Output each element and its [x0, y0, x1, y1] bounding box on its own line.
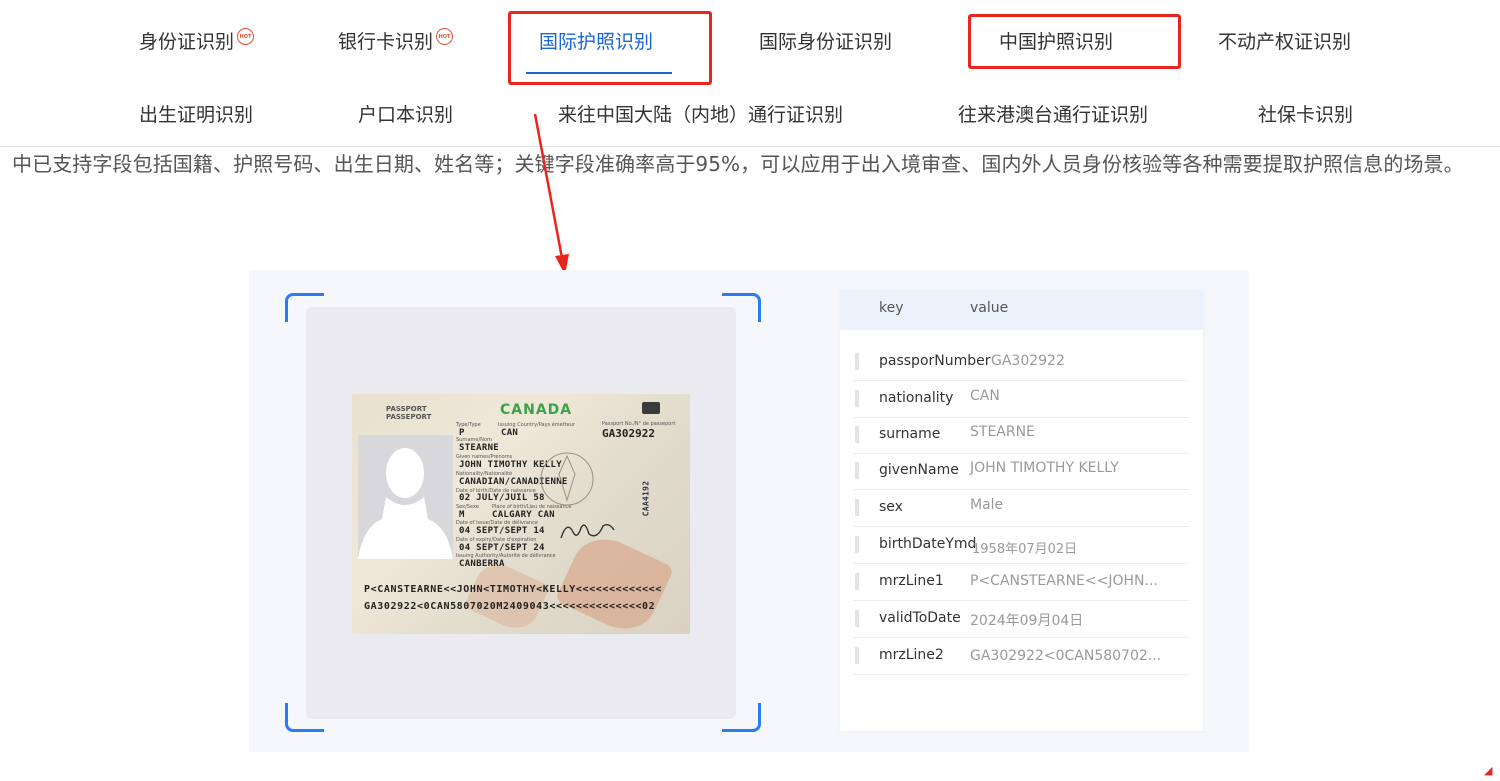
row-value: STEARNE [970, 424, 1035, 440]
row-key: passporNumber [879, 353, 991, 369]
sex-value: M [459, 510, 465, 520]
highlight-box-international-passport [508, 11, 712, 85]
header-value: value [970, 300, 1009, 316]
side-number: CAA4192 [641, 480, 651, 517]
tab-label: 不动产权证识别 [1218, 31, 1352, 53]
row-marker [855, 426, 859, 443]
tab-hk-macao-taiwan-permit[interactable]: 往来港澳台通行证识别 [958, 100, 1148, 127]
mrz-line-1: P<CANSTEARNE<<JOHN<TIMOTHY<KELLY<<<<<<<<… [364, 584, 662, 595]
row-marker [855, 573, 859, 590]
row-value: GA302922 [991, 353, 1065, 369]
coat-of-arms-icon [540, 452, 594, 506]
tab-label: 身份证识别 [139, 31, 235, 53]
tab-label: 户口本识别 [358, 104, 454, 126]
tab-label: 出生证明识别 [139, 104, 254, 126]
hot-icon: HOT [436, 28, 454, 45]
row-marker [855, 499, 859, 516]
chip-icon [642, 402, 660, 414]
passport-number: GA302922 [602, 427, 655, 440]
row-key: birthDateYmd [879, 536, 977, 552]
passport-country: CANADA [500, 402, 573, 418]
divider [0, 146, 1500, 147]
row-value: Male [970, 497, 1004, 513]
row-marker [855, 647, 859, 664]
table-row: sex Male [853, 490, 1189, 527]
scan-corner-icon [722, 293, 761, 322]
scan-corner-icon [285, 293, 324, 322]
tab-id-card[interactable]: 身份证识别 HOT [139, 27, 255, 54]
tab-mainland-permit[interactable]: 来往中国大陆（内地）通行证识别 [558, 100, 843, 127]
tab-label: 国际身份证识别 [759, 31, 893, 53]
signature-image [560, 523, 615, 539]
tab-birth-certificate[interactable]: 出生证明识别 [139, 100, 253, 127]
tab-label: 来往中国大陆（内地）通行证识别 [558, 104, 844, 126]
passport-sample-image: PASSPORT PASSEPORT CANADA Type/Type P Iss… [352, 394, 690, 634]
row-value: GA302922<0CAN580702... [970, 648, 1162, 664]
tab-international-id-card[interactable]: 国际身份证识别 [759, 27, 892, 54]
row-value: 2024年09月04日 [970, 613, 1084, 629]
expiry-value: 04 SEPT/SEPT 24 [459, 543, 545, 553]
row-marker [855, 610, 859, 627]
table-row: birthDateYmd 1958年07月02日 [853, 527, 1189, 564]
passport-photo [358, 435, 453, 559]
row-marker [855, 462, 859, 479]
tab-label: 社保卡识别 [1258, 104, 1354, 126]
authority-value: CANBERRA [459, 559, 505, 569]
scan-corner-icon [285, 703, 324, 732]
tab-social-security-card[interactable]: 社保卡识别 [1258, 100, 1353, 127]
row-key: validToDate [879, 610, 961, 626]
row-marker [855, 353, 859, 370]
hot-icon: HOT [237, 28, 255, 45]
scan-corner-icon [722, 703, 761, 732]
tab-label: 银行卡识别 [338, 31, 434, 53]
row-value: 1958年07月02日 [972, 542, 1078, 557]
mrz-line-2: GA302922<0CAN5807020M2409043<<<<<<<<<<<<… [364, 601, 656, 612]
person-silhouette-icon [358, 448, 453, 559]
table-row: passporNumber GA302922 [853, 344, 1189, 381]
row-key: sex [879, 499, 903, 515]
table-row: mrzLine2 GA302922<0CAN580702... [853, 638, 1189, 675]
row-marker [855, 390, 859, 407]
row-key: mrzLine1 [879, 573, 944, 589]
row-marker [855, 536, 859, 553]
tab-household-register[interactable]: 户口本识别 [358, 100, 453, 127]
row-key: nationality [879, 390, 954, 406]
result-table-header: key value [840, 290, 1203, 330]
issuing-value: CAN [501, 428, 519, 438]
table-row: nationality CAN [853, 381, 1189, 418]
row-value: P<CANSTEARNE<<JOHN... [970, 573, 1158, 589]
row-value: CAN [970, 388, 1000, 404]
surname-value: STEARNE [459, 443, 500, 453]
row-key: mrzLine2 [879, 647, 944, 663]
tab-property-certificate[interactable]: 不动产权证识别 [1218, 27, 1351, 54]
corner-mark-icon: ◢ [1484, 764, 1493, 777]
highlight-box-china-passport [968, 14, 1181, 69]
header-key: key [879, 300, 904, 316]
row-key: givenName [879, 462, 959, 478]
issue-value: 04 SEPT/SEPT 14 [459, 526, 545, 536]
table-row: givenName JOHN TIMOTHY KELLY [853, 453, 1189, 490]
table-row: mrzLine1 P<CANSTEARNE<<JOHN... [853, 564, 1189, 601]
table-row: validToDate 2024年09月04日 [853, 601, 1189, 638]
table-row: surname STEARNE [853, 417, 1189, 454]
row-value: JOHN TIMOTHY KELLY [970, 460, 1119, 476]
row-key: surname [879, 426, 941, 442]
passport-header: PASSPORT PASSEPORT [386, 405, 432, 421]
tab-label: 往来港澳台通行证识别 [958, 104, 1149, 126]
description-text: 中已支持字段包括国籍、护照号码、出生日期、姓名等；关键字段准确率高于95%，可以… [12, 152, 1464, 176]
tab-bank-card[interactable]: 银行卡识别 HOT [338, 27, 454, 54]
